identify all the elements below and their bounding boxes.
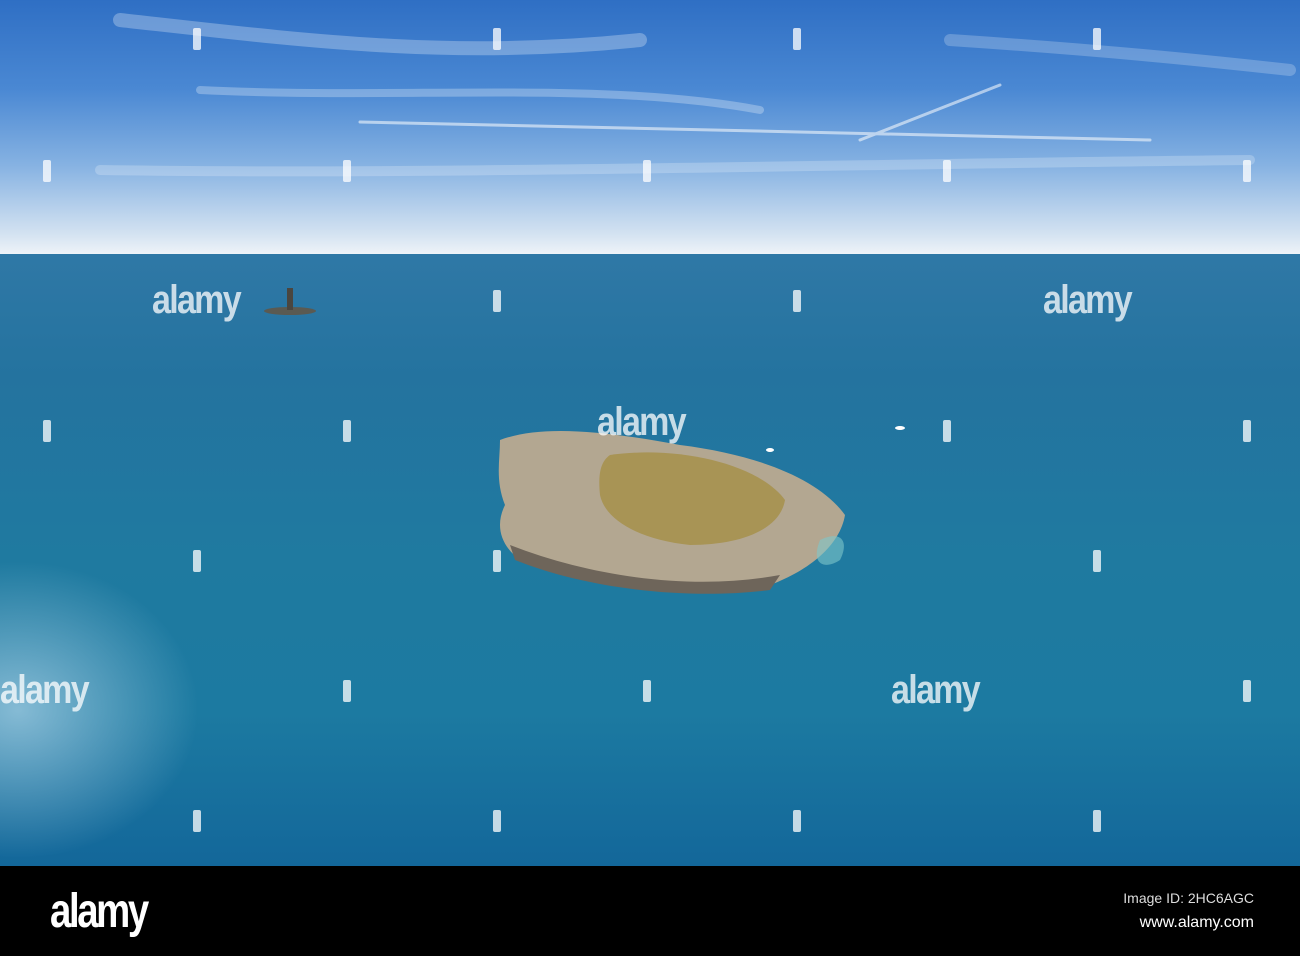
watermark: alamy [0,668,90,712]
alamy-logo: alamy [50,885,149,938]
watermark-mark [493,290,501,312]
watermark-mark [793,810,801,832]
watermark-mark [1243,420,1251,442]
watermark-mark [643,160,651,182]
site-url: www.alamy.com [1139,914,1254,931]
watermark-mark [493,28,501,50]
watermark: alamy [1043,278,1133,322]
boat [895,426,905,430]
image-id: Image ID: 2HC6AGC [1123,890,1254,906]
watermark-mark [343,420,351,442]
clouds [95,13,1296,177]
watermark-mark [943,420,951,442]
watermark-mark [193,810,201,832]
lighthouse-islet [264,288,316,315]
footer-bar: alamy Image ID: 2HC6AGC www.alamy.com [0,866,1300,956]
watermark-mark [1243,160,1251,182]
watermark-mark [1093,28,1101,50]
watermark-mark [193,550,201,572]
watermark-mark [1093,550,1101,572]
watermark-mark [43,160,51,182]
watermark-mark [43,420,51,442]
watermark: alamy [597,400,687,444]
island [498,430,845,594]
watermark: alamy [152,278,242,322]
watermark-mark [493,810,501,832]
aerial-photo: alamy alamy alamy alamy alamy [0,0,1300,866]
boat [766,448,774,452]
watermark-mark [643,680,651,702]
watermark-mark [793,28,801,50]
watermark-mark [343,680,351,702]
watermark-mark [343,160,351,182]
watermark: alamy [891,668,981,712]
watermark-mark [793,290,801,312]
watermark-mark [1243,680,1251,702]
watermark-mark [193,28,201,50]
watermark-mark [1093,810,1101,832]
watermark-mark [493,550,501,572]
watermark-mark [943,160,951,182]
